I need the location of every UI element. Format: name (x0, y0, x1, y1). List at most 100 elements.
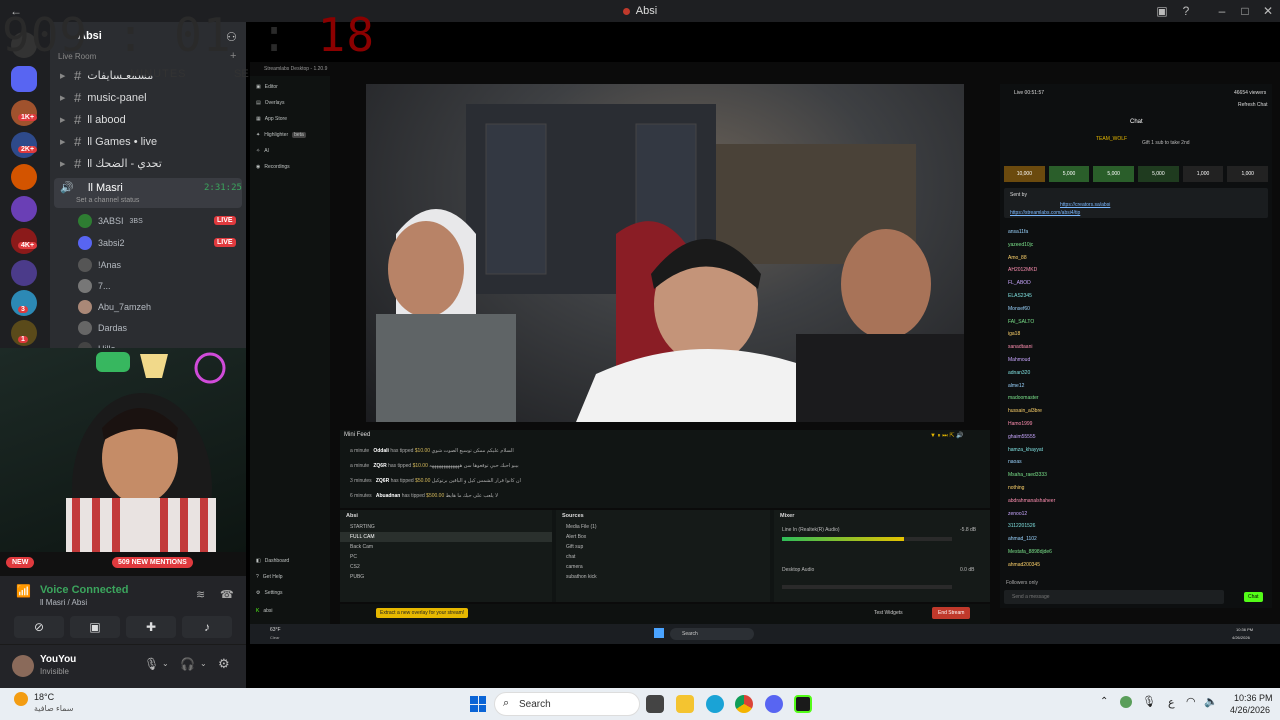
chat-tab[interactable]: Chat (1130, 119, 1143, 125)
server-icon[interactable] (11, 132, 37, 158)
channel-item[interactable]: ▶ # music-panel (60, 90, 147, 105)
maximize-icon[interactable]: □ (1237, 3, 1253, 19)
source-item[interactable]: subathon kick (556, 572, 770, 582)
windows-start-icon[interactable] (654, 628, 664, 638)
streamlabs-icon[interactable] (794, 695, 812, 713)
avatar[interactable] (12, 655, 34, 677)
menu-profile[interactable]: Kabsi (256, 608, 273, 614)
headphones-icon[interactable]: 🎧 (180, 657, 195, 671)
gift-item[interactable]: 1,000 (1227, 166, 1269, 182)
source-item[interactable]: Media File (1) (556, 522, 770, 532)
screen-share-button[interactable]: ▣ (70, 616, 120, 638)
microphone-icon[interactable]: 🎙 (144, 657, 159, 671)
gear-icon[interactable]: ⚙ (218, 656, 230, 672)
source-item[interactable]: camera (556, 562, 770, 572)
volume-meter[interactable] (782, 537, 952, 541)
voice-user[interactable]: !Anas (78, 258, 121, 272)
new-badge[interactable]: NEW (6, 557, 35, 568)
server-icon[interactable] (11, 260, 37, 286)
menu-recordings[interactable]: ◉ Recordings (256, 164, 290, 170)
creator-link[interactable]: https://creators.sa/absi (1060, 202, 1110, 208)
chevron-down-icon[interactable]: ⌄ (162, 659, 169, 668)
help-icon[interactable]: ? (1178, 3, 1194, 19)
chrome-icon[interactable] (735, 695, 753, 713)
voice-user[interactable]: Abu_7amzeh (78, 300, 151, 314)
task-view-icon[interactable] (646, 695, 664, 713)
volume-icon[interactable]: 🔈 (1204, 695, 1218, 708)
scene-item[interactable]: PUBG (340, 572, 552, 582)
scene-item[interactable]: Back Cam (340, 542, 552, 552)
menu-dashboard[interactable]: ◧ Dashboard (256, 558, 289, 564)
menu-editor[interactable]: ▣ Editor (256, 84, 278, 90)
test-widgets-button[interactable]: Test Widgets (874, 610, 903, 616)
server-icon[interactable] (11, 66, 37, 92)
source-item[interactable]: chat (556, 552, 770, 562)
soundboard-button[interactable]: ♪ (182, 616, 232, 638)
chevron-down-icon[interactable]: ⌄ (200, 659, 207, 668)
language-indicator[interactable]: ع (1168, 696, 1175, 709)
channel-item[interactable]: ▶ # ll Games • live (60, 134, 157, 149)
channel-status[interactable]: Set a channel status (76, 197, 139, 204)
end-stream-button[interactable]: End Stream (932, 607, 971, 619)
microphone-icon[interactable]: 🎙 (1142, 695, 1156, 708)
refresh-chat-button[interactable]: Refresh Chat (1238, 102, 1267, 108)
chevron-up-icon[interactable]: ⌃ (1100, 696, 1108, 707)
menu-highlighter[interactable]: ✦ Highlighter beta (256, 132, 306, 138)
discord-icon[interactable] (765, 695, 783, 713)
voice-user[interactable]: 3ABSI 3BS (78, 214, 143, 228)
camera-off-button[interactable]: ⊘ (14, 616, 64, 638)
file-explorer-icon[interactable] (676, 695, 694, 713)
voice-user[interactable]: Dardas (78, 321, 127, 335)
activities-button[interactable]: ✚ (126, 616, 176, 638)
menu-ai[interactable]: ✧ AI (256, 148, 269, 154)
menu-app-store[interactable]: ▦ App Store (256, 116, 287, 122)
mentions-badge[interactable]: 509 NEW MENTIONS (112, 557, 193, 568)
voice-user[interactable]: 3absi2 (78, 236, 125, 250)
voice-channel-active[interactable]: 🔊 ll Masri 2:31:25 Set a channel status (54, 178, 242, 208)
noise-suppression-icon[interactable]: ≋ (196, 588, 205, 601)
gift-item[interactable]: 10,000 (1004, 166, 1045, 182)
server-icon[interactable] (11, 196, 37, 222)
scene-item-active[interactable]: FULL CAM (340, 532, 552, 542)
signal-icon[interactable]: 📶 (16, 584, 31, 598)
minimize-icon[interactable]: – (1214, 3, 1230, 19)
server-icon[interactable] (11, 228, 37, 254)
wifi-icon[interactable]: ◠ (1186, 695, 1196, 708)
weather-icon[interactable] (14, 692, 28, 706)
volume-meter[interactable] (782, 585, 952, 589)
voice-user[interactable]: 7... (78, 279, 111, 293)
remote-search[interactable]: Search (670, 628, 754, 640)
edge-icon[interactable] (706, 695, 724, 713)
server-icon[interactable] (11, 164, 37, 190)
scene-item[interactable]: STARTING (340, 522, 552, 532)
tip-link[interactable]: https://streamlabs.com/absi4/tip (1010, 210, 1080, 216)
chat-input[interactable]: Send a message (1004, 590, 1224, 604)
gift-item[interactable]: 5,000 (1138, 166, 1179, 182)
menu-settings[interactable]: ⚙ Settings (256, 590, 283, 596)
channel-item[interactable]: ▶ # ll تحدي - الضحك (60, 156, 162, 171)
tray-app-icon[interactable] (1120, 696, 1132, 708)
stream-preview[interactable] (366, 84, 964, 422)
voice-channel-name[interactable]: ll Masri / Absi (40, 598, 87, 607)
search-box[interactable]: ⌕ Search (494, 692, 640, 716)
scene-item[interactable]: CS2 (340, 562, 552, 572)
filter-icon[interactable]: ▼ ⏸ ⏭ ⇱ 🔊 (930, 432, 964, 440)
send-chat-button[interactable]: Chat (1244, 592, 1263, 602)
server-icon[interactable] (11, 100, 37, 126)
source-item[interactable]: Gift sup (556, 542, 770, 552)
gift-item[interactable]: 1,000 (1182, 166, 1224, 182)
menu-get-help[interactable]: ? Get Help (256, 574, 283, 580)
disconnect-icon[interactable]: ☎ (220, 588, 234, 601)
channel-item[interactable]: ▶ # ll abood (60, 112, 126, 127)
gift-item[interactable]: 5,000 (1048, 166, 1090, 182)
start-icon[interactable] (470, 696, 486, 712)
overlay-banner[interactable]: Extract a new overlay for your stream! (376, 608, 469, 618)
clock-date[interactable]: 4/26/2026 (1230, 705, 1270, 715)
source-item[interactable]: Alert Box (556, 532, 770, 542)
screenshot-icon[interactable]: ▣ (1154, 3, 1170, 19)
menu-overlays[interactable]: ▤ Overlays (256, 100, 284, 106)
close-icon[interactable]: ✕ (1260, 3, 1276, 19)
gift-item[interactable]: 5,000 (1093, 166, 1135, 182)
scene-item[interactable]: PC (340, 552, 552, 562)
clock-time[interactable]: 10:36 PM (1234, 693, 1273, 703)
